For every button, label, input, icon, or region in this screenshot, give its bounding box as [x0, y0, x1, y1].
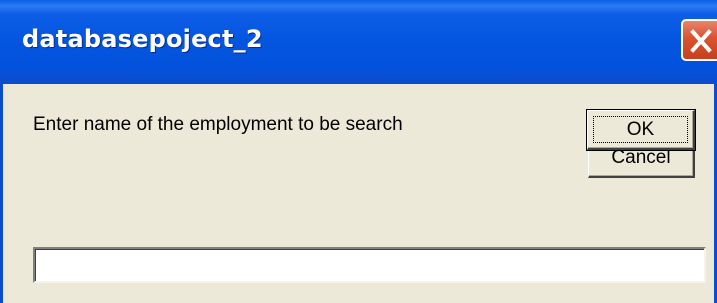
window-frame-left — [0, 84, 3, 303]
prompt-label: Enter name of the employment to be searc… — [33, 114, 403, 135]
input-dialog-window: databasepoject_2 Enter name of the emplo… — [0, 0, 717, 303]
ok-button-label: OK — [626, 119, 655, 140]
search-name-input[interactable] — [33, 247, 706, 283]
title-bar[interactable]: databasepoject_2 — [0, 0, 717, 84]
window-title: databasepoject_2 — [22, 25, 263, 53]
ok-button[interactable]: OK — [586, 109, 696, 151]
close-icon — [690, 29, 712, 53]
close-button[interactable] — [681, 19, 717, 61]
